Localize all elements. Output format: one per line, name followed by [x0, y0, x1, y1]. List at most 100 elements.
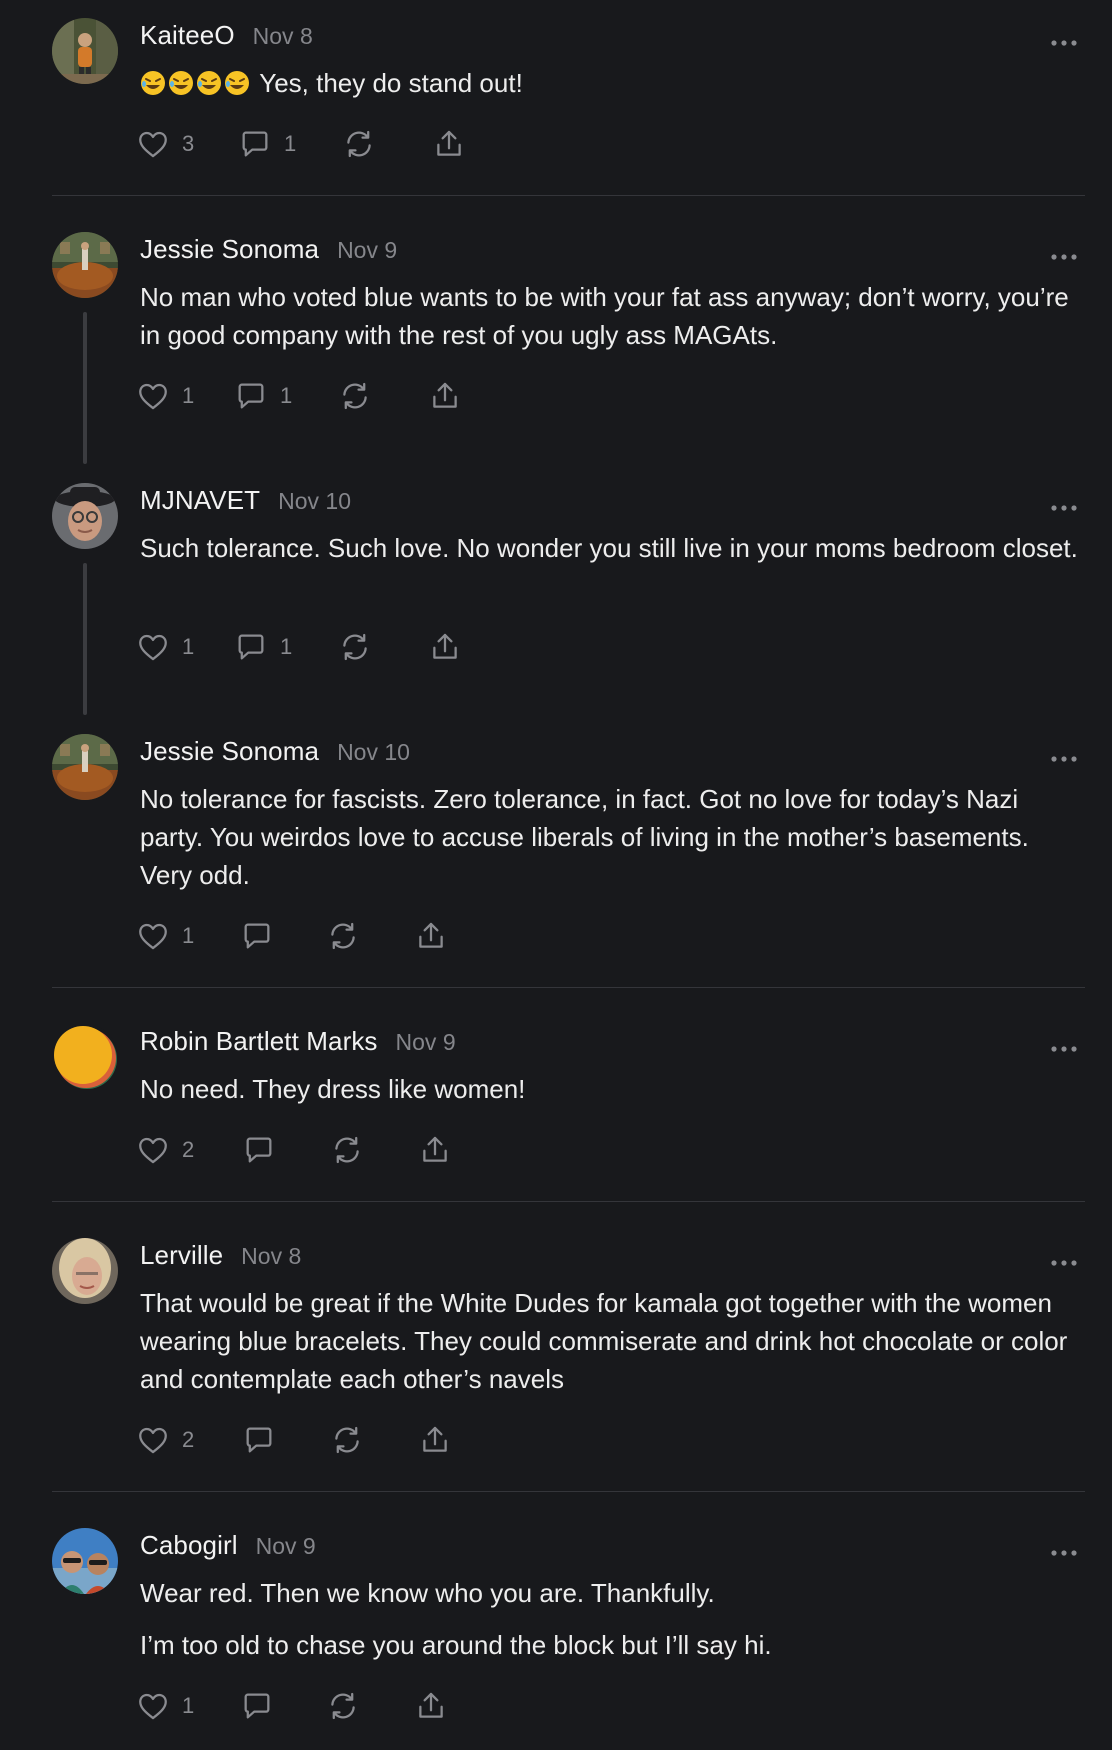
like-button[interactable]: 1 — [136, 627, 234, 667]
more-options-icon[interactable] — [1050, 1256, 1078, 1268]
comment-date[interactable]: Nov 9 — [396, 1029, 456, 1056]
restack-icon — [338, 630, 372, 664]
restack-button[interactable] — [338, 627, 428, 667]
share-button[interactable] — [418, 1420, 452, 1460]
action-bar: 1 — [136, 1686, 448, 1726]
comment-paragraph: Wear red. Then we know who you are. Than… — [140, 1578, 715, 1608]
restack-button[interactable] — [326, 1686, 414, 1726]
divider — [52, 195, 1085, 196]
restack-icon — [330, 1133, 364, 1167]
more-options-icon[interactable] — [1050, 1042, 1078, 1054]
reply-button[interactable] — [240, 1686, 326, 1726]
comment-bubble-icon — [240, 1689, 274, 1723]
avatar[interactable] — [52, 18, 118, 84]
avatar[interactable] — [52, 232, 118, 298]
comment-header: Jessie Sonoma Nov 10 — [140, 736, 410, 776]
share-icon — [414, 1689, 448, 1723]
reply-button[interactable]: 1 — [238, 124, 342, 164]
divider — [52, 987, 1085, 988]
divider — [52, 1201, 1085, 1202]
restack-icon — [342, 127, 376, 161]
author-name[interactable]: Robin Bartlett Marks — [140, 1026, 378, 1057]
author-name[interactable]: Jessie Sonoma — [140, 736, 319, 767]
comment-bubble-icon — [242, 1423, 276, 1457]
comment-body: No need. They dress like women! — [140, 1070, 1080, 1122]
comment-body: No tolerance for fascists. Zero toleranc… — [140, 780, 1080, 908]
restack-icon — [326, 919, 360, 953]
avatar[interactable] — [52, 734, 118, 800]
reply-button[interactable] — [240, 916, 326, 956]
action-bar: 1 — [136, 916, 448, 956]
share-button[interactable] — [418, 1130, 452, 1170]
comment-bubble-icon — [240, 919, 274, 953]
restack-icon — [326, 1689, 360, 1723]
comment-body: No man who voted blue wants to be with y… — [140, 278, 1080, 368]
like-button[interactable]: 2 — [136, 1420, 242, 1460]
heart-icon — [136, 630, 170, 664]
reply-count: 1 — [280, 383, 293, 408]
comment-text: Such tolerance. Such love. No wonder you… — [140, 533, 1078, 563]
heart-icon — [136, 1689, 170, 1723]
avatar[interactable] — [52, 1024, 118, 1090]
more-options-icon[interactable] — [1050, 250, 1078, 262]
action-bar: 1 1 — [136, 627, 462, 667]
like-count: 3 — [182, 131, 195, 156]
author-name[interactable]: KaiteeO — [140, 20, 235, 51]
heart-icon — [136, 1133, 170, 1167]
comment-text: No need. They dress like women! — [140, 1074, 526, 1104]
share-button[interactable] — [414, 1686, 448, 1726]
avatar[interactable] — [52, 483, 118, 549]
reply-count: 1 — [284, 131, 297, 156]
share-icon — [418, 1423, 452, 1457]
more-options-icon[interactable] — [1050, 752, 1078, 764]
share-button[interactable] — [432, 124, 466, 164]
like-count: 1 — [182, 923, 195, 948]
more-options-icon[interactable] — [1050, 36, 1078, 48]
comment-header: Lerville Nov 8 — [140, 1240, 301, 1280]
like-button[interactable]: 2 — [136, 1130, 242, 1170]
comment-date[interactable]: Nov 9 — [337, 237, 397, 264]
author-name[interactable]: Jessie Sonoma — [140, 234, 319, 265]
like-count: 1 — [182, 634, 195, 659]
avatar[interactable] — [52, 1238, 118, 1304]
more-options-icon[interactable] — [1050, 501, 1078, 513]
restack-button[interactable] — [338, 376, 428, 416]
comment-header: Robin Bartlett Marks Nov 9 — [140, 1026, 456, 1066]
comment-body: Such tolerance. Such love. No wonder you… — [140, 529, 1080, 581]
restack-button[interactable] — [330, 1420, 418, 1460]
more-options-icon[interactable] — [1050, 1546, 1078, 1558]
comment-date[interactable]: Nov 9 — [256, 1533, 316, 1560]
comment-header: KaiteeO Nov 8 — [140, 20, 313, 60]
comment-date[interactable]: Nov 8 — [253, 23, 313, 50]
comment-bubble-icon — [234, 379, 268, 413]
action-bar: 2 — [136, 1130, 452, 1170]
comment-body: Wear red. Then we know who you are. Than… — [140, 1574, 1080, 1678]
comment-body: Yes, they do stand out! — [140, 64, 1080, 116]
restack-button[interactable] — [342, 124, 432, 164]
comment-body: That would be great if the White Dudes f… — [140, 1284, 1080, 1412]
reply-button[interactable] — [242, 1130, 330, 1170]
reply-button[interactable]: 1 — [234, 627, 338, 667]
heart-icon — [136, 919, 170, 953]
share-button[interactable] — [414, 916, 448, 956]
divider — [52, 1491, 1085, 1492]
like-button[interactable]: 1 — [136, 916, 240, 956]
restack-icon — [330, 1423, 364, 1457]
author-name[interactable]: MJNAVET — [140, 485, 260, 516]
reply-button[interactable] — [242, 1420, 330, 1460]
share-button[interactable] — [428, 627, 462, 667]
comment-date[interactable]: Nov 8 — [241, 1243, 301, 1270]
comment-date[interactable]: Nov 10 — [278, 488, 351, 515]
avatar[interactable] — [52, 1528, 118, 1594]
like-button[interactable]: 1 — [136, 376, 234, 416]
restack-button[interactable] — [330, 1130, 418, 1170]
author-name[interactable]: Cabogirl — [140, 1530, 238, 1561]
restack-button[interactable] — [326, 916, 414, 956]
author-name[interactable]: Lerville — [140, 1240, 223, 1271]
comment-date[interactable]: Nov 10 — [337, 739, 410, 766]
reply-button[interactable]: 1 — [234, 376, 338, 416]
like-button[interactable]: 1 — [136, 1686, 240, 1726]
share-button[interactable] — [428, 376, 462, 416]
like-button[interactable]: 3 — [136, 124, 238, 164]
comment-header: Cabogirl Nov 9 — [140, 1530, 316, 1570]
